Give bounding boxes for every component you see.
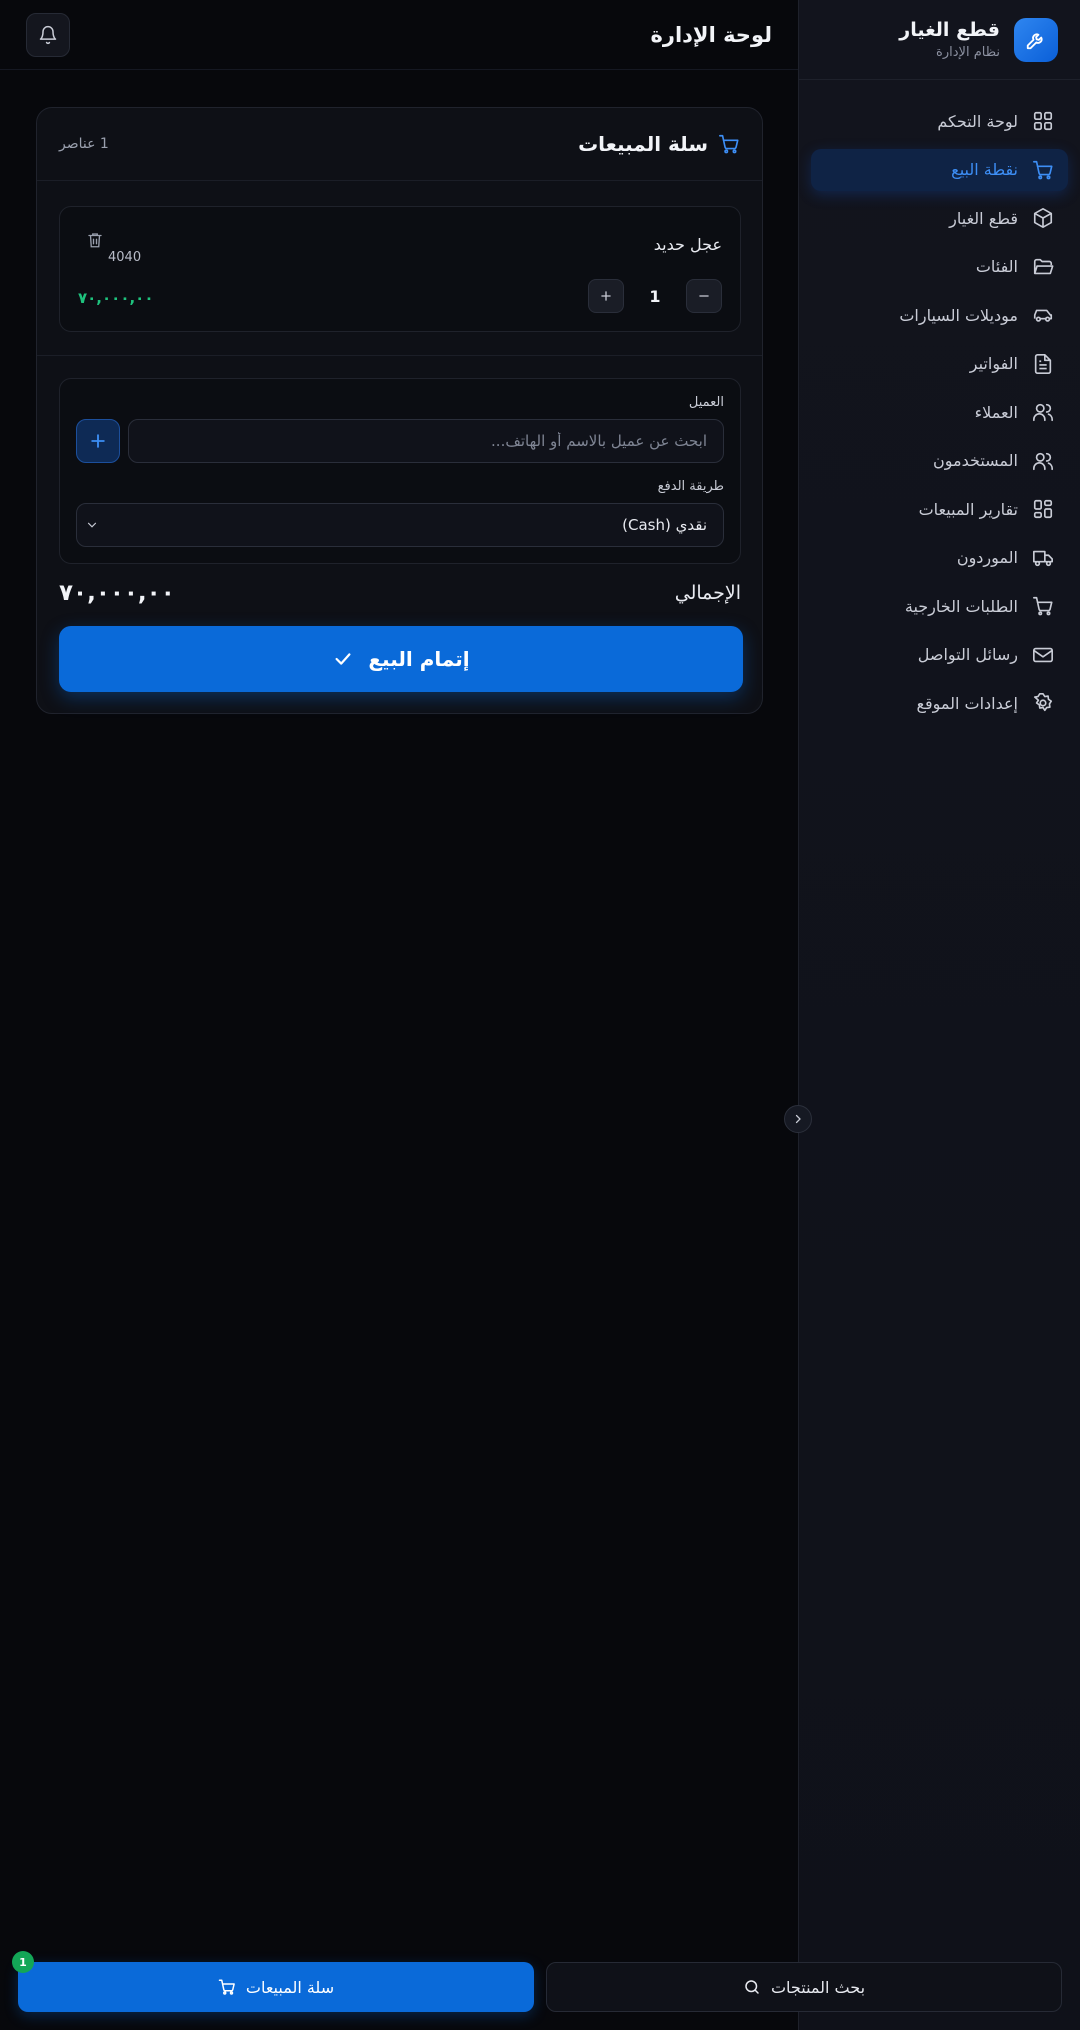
sidebar-item-suppliers[interactable]: الموردون (811, 537, 1068, 579)
cart-icon (1033, 596, 1053, 616)
sidebar-item-label: الفواتير (969, 354, 1018, 373)
total-row: الإجمالي ٧٠,٠٠٠,٠٠ (59, 578, 741, 608)
cart-item-sku: 4040 (108, 250, 142, 265)
folder-icon (1033, 258, 1054, 274)
chevron-down-icon (87, 522, 97, 528)
page-title: لوحة الإدارة (650, 22, 772, 47)
search-products-button[interactable]: بحث المنتجات (546, 1962, 1062, 2012)
sidebar-item-spare-parts[interactable]: قطع الغيار (811, 197, 1068, 239)
quantity-value: 1 (649, 286, 661, 306)
search-products-label: بحث المنتجات (770, 1977, 866, 1997)
main-content: لوحة الإدارة سلة المبيعات 1 عناصر عجل حد… (0, 0, 798, 2030)
sidebar-item-label: قطع الغيار (949, 208, 1018, 228)
increase-quantity-button[interactable] (588, 279, 624, 313)
cart-header: سلة المبيعات 1 عناصر (37, 108, 762, 181)
check-icon (335, 653, 351, 665)
divider (37, 355, 762, 356)
bottom-bar: بحث المنتجات سلة المبيعات 1 (0, 1951, 1080, 2016)
trash-icon (88, 233, 102, 248)
brand: قطع الغيار نظام الإدارة (799, 0, 1080, 80)
cart-item-price: ٧٠,٠٠٠,٠٠ (78, 289, 154, 307)
topbar: لوحة الإدارة (0, 0, 798, 70)
dashboard-icon (1033, 111, 1053, 131)
checkout-form: العميل طريقة الدفع نقدي (Cash) (59, 378, 741, 564)
sidebar-item-label: الفئات (975, 257, 1018, 276)
cart-title: سلة المبيعات (578, 132, 708, 156)
sidebar-item-label: موديلات السيارات (899, 305, 1018, 325)
total-value: ٧٠,٠٠٠,٠٠ (59, 580, 175, 606)
remove-item-button[interactable] (84, 231, 104, 251)
customer-label: العميل (688, 395, 724, 410)
truck-icon (1033, 550, 1053, 566)
sidebar-item-label: رسائل التواصل (917, 645, 1018, 664)
sidebar: قطع الغيار نظام الإدارة لوحة التحكم نقطة… (798, 0, 1080, 2030)
plus-icon (601, 291, 611, 301)
sidebar-item-users[interactable]: المستخدمون (811, 440, 1068, 482)
sidebar-item-categories[interactable]: الفئات (811, 246, 1068, 288)
sidebar-item-car-models[interactable]: موديلات السيارات (811, 294, 1068, 336)
sidebar-nav: لوحة التحكم نقطة البيع قطع الغيار الفئات… (799, 80, 1080, 724)
sidebar-item-site-settings[interactable]: إعدادات الموقع (811, 682, 1068, 724)
cart-icon (719, 134, 739, 154)
cart-icon (1033, 160, 1053, 179)
sidebar-item-pos[interactable]: نقطة البيع (811, 148, 1068, 191)
cart-item: عجل حديد 4040 1 ٧٠,٠٠٠,٠٠ (59, 206, 741, 332)
cart-item-name: عجل حديد (653, 235, 722, 254)
brand-title: قطع الغيار (899, 19, 1000, 41)
sidebar-item-label: العملاء (974, 402, 1018, 422)
cart-items-count: 1 عناصر (59, 136, 109, 152)
plus-icon (91, 434, 105, 448)
search-icon (745, 1980, 759, 1994)
gear-icon (1033, 693, 1053, 712)
document-icon (1034, 353, 1052, 374)
sidebar-item-label: الموردون (956, 548, 1018, 567)
minus-icon (699, 295, 709, 297)
cart-count-badge: 1 (12, 1951, 34, 1973)
grid-icon (1033, 499, 1053, 519)
cart-icon (218, 1979, 235, 1995)
sidebar-item-invoices[interactable]: الفواتير (811, 343, 1068, 385)
payment-method-value: نقدي (Cash) (622, 516, 707, 534)
sales-cart-button[interactable]: سلة المبيعات 1 (12, 1951, 534, 2012)
sidebar-item-label: لوحة التحكم (937, 111, 1018, 131)
users-icon (1033, 452, 1053, 470)
quantity-stepper: 1 (588, 279, 722, 313)
sidebar-item-label: تقارير المبيعات (918, 499, 1018, 519)
app-root: قطع الغيار نظام الإدارة لوحة التحكم نقطة… (0, 0, 1080, 2030)
brand-subtitle: نظام الإدارة (936, 45, 1000, 60)
box-icon (1033, 208, 1053, 228)
wrench-icon (1014, 17, 1058, 62)
sidebar-item-external-orders[interactable]: الطلبات الخارجية (811, 585, 1068, 627)
sidebar-item-customers[interactable]: العملاء (811, 391, 1068, 433)
car-icon (1033, 309, 1053, 322)
sidebar-item-sales-reports[interactable]: تقارير المبيعات (811, 488, 1068, 530)
mail-icon (1033, 647, 1053, 662)
sidebar-item-label: المستخدمون (933, 451, 1018, 470)
customer-search-input[interactable] (128, 419, 724, 463)
sidebar-item-label: الطلبات الخارجية (904, 596, 1018, 616)
sidebar-item-dashboard[interactable]: لوحة التحكم (811, 100, 1068, 142)
total-label: الإجمالي (674, 582, 741, 604)
add-customer-button[interactable] (76, 419, 120, 463)
complete-sale-button[interactable]: إتمام البيع (59, 626, 743, 692)
sales-cart-panel: سلة المبيعات 1 عناصر عجل حديد 4040 1 ٧٠,… (36, 107, 763, 714)
users-icon (1033, 403, 1053, 422)
complete-sale-label: إتمام البيع (368, 647, 470, 671)
payment-method-label: طريقة الدفع (657, 479, 724, 494)
sales-cart-label: سلة المبيعات (245, 1977, 335, 1997)
sidebar-item-label: نقطة البيع (951, 160, 1018, 179)
notifications-button[interactable] (26, 12, 70, 57)
payment-method-select[interactable]: نقدي (Cash) (76, 503, 724, 547)
decrease-quantity-button[interactable] (686, 279, 722, 313)
sidebar-item-label: إعدادات الموقع (916, 693, 1018, 713)
bell-icon (39, 25, 57, 44)
sidebar-item-contact-messages[interactable]: رسائل التواصل (811, 634, 1068, 676)
